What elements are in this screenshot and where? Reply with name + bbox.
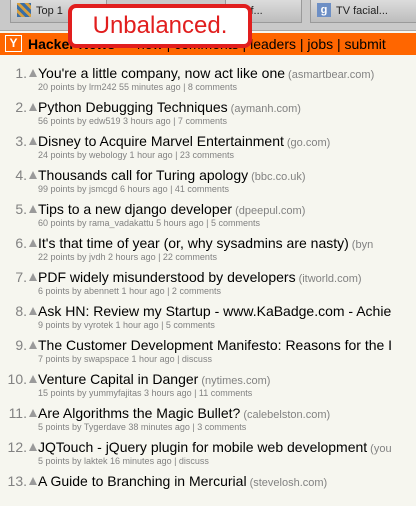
annotation-callout: Unbalanced. [68,4,252,48]
story-rank: 6. [15,235,27,251]
story-item: 11. Are Algorithms the Magic Bullet? (cale… [0,404,416,438]
story-site: (itworld.com) [298,273,362,285]
upvote-arrow-icon[interactable] [29,171,37,179]
story-rank: 9. [15,337,27,353]
upvote-arrow-icon[interactable] [29,341,37,349]
story-rank: 5. [15,201,27,217]
story-site: (bbc.co.uk) [251,171,306,183]
story-site: (aymanh.com) [230,103,301,115]
story-subtext: 99 points by jsmcgd 6 hours ago | 41 com… [38,184,229,194]
story-title[interactable]: JQTouch - jQuery plugin for mobile web d… [38,439,367,455]
story-subtext: 20 points by lrm242 55 minutes ago | 8 c… [38,82,237,92]
story-site: (go.com) [286,137,331,149]
story-item: 2. Python Debugging Techniques (aymanh.com… [0,98,416,132]
story-title[interactable]: PDF widely misunderstood by developers [38,269,296,285]
upvote-arrow-icon[interactable] [29,409,37,417]
story-item: 1. You're a little company, now act like … [0,64,416,98]
story-rank: 12. [7,439,27,455]
upvote-arrow-icon[interactable] [29,137,37,145]
tab-label: Top 1 [36,5,63,17]
upvote-arrow-icon[interactable] [29,273,37,281]
upvote-arrow-icon[interactable] [29,205,37,213]
story-item: 7. PDF widely misunderstood by developers… [0,268,416,302]
story-rank: 11. [8,405,27,421]
story-item: 9. The Customer Development Manifesto: Re… [0,336,416,370]
story-rank: 7. [15,269,27,285]
story-site: (nytimes.com) [201,375,271,387]
story-rank: 13. [7,473,27,489]
y-logo-icon[interactable]: Y [5,35,22,52]
upvote-arrow-icon[interactable] [29,307,37,315]
favicon-icon [17,3,31,18]
story-title[interactable]: Are Algorithms the Magic Bullet? [38,405,240,421]
story-site: (dpeepul.com) [235,205,306,217]
story-subtext: 7 points by swapspace 1 hour ago | discu… [38,354,212,364]
story-rank: 4. [15,167,27,183]
story-rank: 3. [15,133,27,149]
story-rank: 8. [15,303,27,319]
story-rank: 1. [15,65,27,81]
story-item: 3. Disney to Acquire Marvel Entertainment… [0,132,416,166]
story-subtext: 5 points by laktek 16 minutes ago | disc… [38,456,209,466]
story-subtext: 24 points by webology 1 hour ago | 23 co… [38,150,234,160]
upvote-arrow-icon[interactable] [29,69,37,77]
story-title[interactable]: The Customer Development Manifesto: Reas… [38,337,392,353]
upvote-arrow-icon[interactable] [29,443,37,451]
story-title[interactable]: Python Debugging Techniques [38,99,228,115]
story-item: 4. Thousands call for Turing apology (bbc.… [0,166,416,200]
story-item: 10. Venture Capital in Danger (nytimes.com… [0,370,416,404]
story-site: (asmartbear.com) [288,69,375,81]
story-item: 8. Ask HN: Review my Startup - www.KaBadg… [0,302,416,336]
story-site: (you [370,443,392,455]
upvote-arrow-icon[interactable] [29,375,37,383]
story-list: 1. You're a little company, now act like … [0,64,416,506]
story-subtext: 22 points by jvdh 2 hours ago | 22 comme… [38,252,217,262]
story-rank: 2. [15,99,27,115]
story-item: 6. It's that time of year (or, why sysadm… [0,234,416,268]
story-item: 12. JQTouch - jQuery plugin for mobile we… [0,438,416,472]
story-title[interactable]: Tips to a new django developer [38,201,232,217]
tab-label: TV facial... [336,5,388,17]
story-subtext: 15 points by yummyfajitas 3 hours ago | … [38,388,253,398]
story-site: (calebelston.com) [243,409,331,421]
upvote-arrow-icon[interactable] [29,103,37,111]
google-favicon-icon: g [317,3,331,18]
story-title-link[interactable]: A Guide to Branching in Mercurial (stevel… [38,472,327,492]
story-item: 5. Tips to a new django developer (dpeepul… [0,200,416,234]
story-title[interactable]: Venture Capital in Danger [38,371,198,387]
story-site: (byn [351,239,374,251]
story-subtext: 5 points by Tygerdave 38 minutes ago | 3… [38,422,247,432]
story-subtext: 9 points by vyrotek 1 hour ago | 5 comme… [38,320,215,330]
story-title[interactable]: It's that time of year (or, why sysadmin… [38,235,349,251]
story-title[interactable]: Ask HN: Review my Startup - www.KaBadge.… [38,303,391,319]
story-subtext: 6 points by abennett 1 hour ago | 2 comm… [38,286,221,296]
story-title[interactable]: Thousands call for Turing apology [38,167,248,183]
story-subtext: 60 points by rama_vadakattu 5 hours ago … [38,218,260,228]
story-site: (stevelosh.com) [249,477,328,489]
story-title[interactable]: A Guide to Branching in Mercurial [38,473,247,489]
story-title[interactable]: You're a little company, now act like on… [38,65,285,81]
story-title[interactable]: Disney to Acquire Marvel Entertainment [38,133,284,149]
browser-tab[interactable]: g TV facial... [310,0,416,23]
story-rank: 10. [7,371,27,387]
upvote-arrow-icon[interactable] [29,239,37,247]
story-subtext: 56 points by edw519 3 hours ago | 7 comm… [38,116,227,126]
story-item: 13. A Guide to Branching in Mercurial (ste… [0,472,416,506]
